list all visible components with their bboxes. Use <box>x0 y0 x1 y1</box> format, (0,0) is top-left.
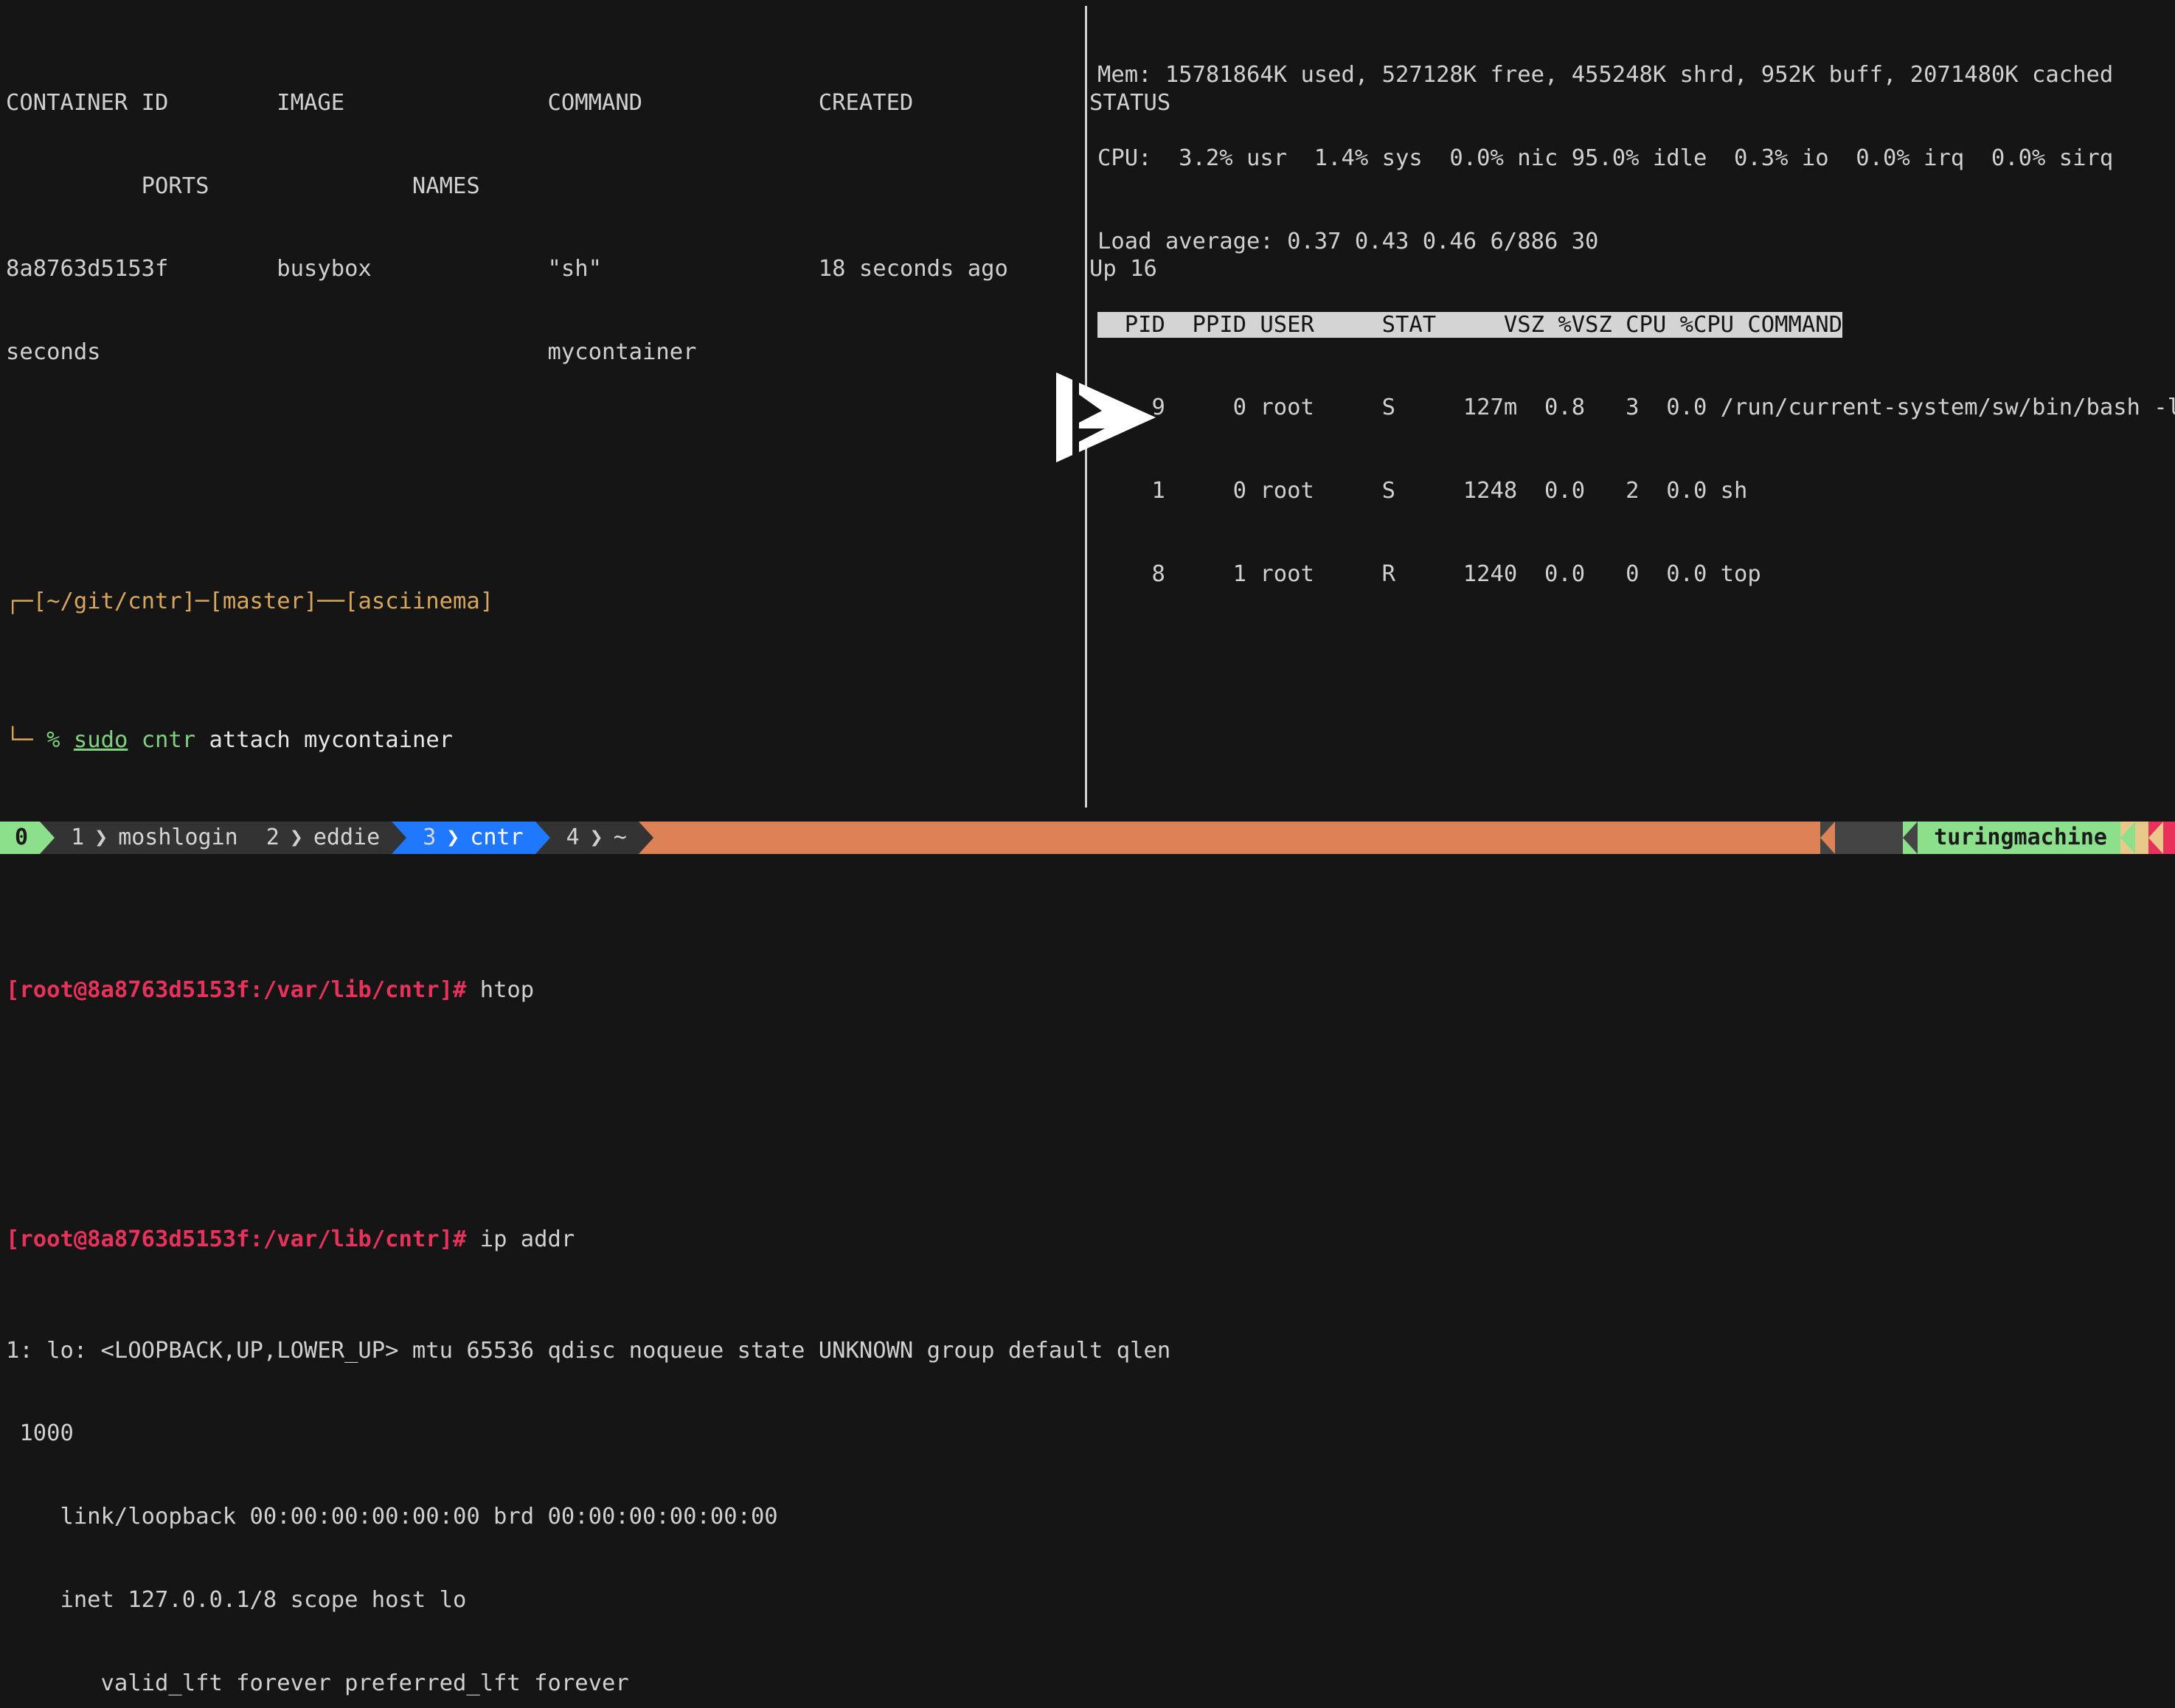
ipaddr-output-line: valid_lft forever preferred_lft forever <box>6 1670 629 1696</box>
tmux-session-indicator[interactable]: 0 <box>0 822 41 854</box>
command-text: ip addr <box>479 1226 575 1253</box>
prompt-branch: [master] <box>209 589 318 615</box>
left-pane[interactable]: CONTAINER ID IMAGE COMMAND CREATED STATU… <box>6 6 1171 1708</box>
window-index: 2 <box>266 825 280 850</box>
zsh-prompt-line2: └─ % sudo cntr attach mycontainer <box>6 726 1090 754</box>
command-cntr: cntr <box>141 727 196 754</box>
window-name: cntr <box>470 825 524 850</box>
zsh-prompt-line1: ┌─[~/git/cntr]─[master]──[asciinema] <box>6 588 1090 616</box>
prompt-corner-top: ┌─ <box>6 589 33 615</box>
arrow-dark-to-host <box>1903 822 1918 854</box>
top-load-line: Load average: 0.37 0.43 0.46 6/886 30 <box>1097 228 1599 254</box>
root-prompt-line-ipaddr: [root@8a8763d5153f:/var/lib/cntr]# ip ad… <box>6 1226 1090 1254</box>
command-args: attach mycontainer <box>209 727 454 754</box>
window-name: eddie <box>313 825 381 850</box>
arrow-tan-to-red <box>2148 822 2163 854</box>
window-name: moshlogin <box>118 825 238 850</box>
docker-ps-row-line1: 8a8763d5153f busybox "sh" 18 seconds ago… <box>6 256 1157 282</box>
ipaddr-output-line: 1000 <box>6 1420 74 1447</box>
right-pane[interactable]: Mem: 15781864K used, 527128K free, 45524… <box>1097 6 2175 644</box>
arrow-window-to-active <box>392 822 407 854</box>
hostname-indicator[interactable]: turingmachine <box>1918 822 2120 854</box>
tmux-window-1[interactable]: 1 ❯ moshlogin <box>55 822 250 854</box>
top-table-header: PID PPID USER STAT VSZ %VSZ CPU %CPU COM… <box>1097 311 1842 338</box>
root-prompt-line-htop: [root@8a8763d5153f:/var/lib/cntr]# htop <box>6 976 1090 1004</box>
status-dark-segment <box>1835 822 1904 854</box>
prompt-dash1: ─ <box>195 589 209 615</box>
window-index: 3 <box>423 825 437 850</box>
arrow-fill-to-dark <box>1820 822 1836 854</box>
window-name: ~ <box>613 825 627 850</box>
prompt-corner-bottom: └─ <box>6 727 33 754</box>
status-red-segment <box>2163 822 2175 854</box>
arrow-window-to-fill <box>638 822 653 854</box>
status-fill <box>653 822 1821 854</box>
arrow-active-to-window <box>535 822 550 854</box>
prompt-percent: % <box>46 727 60 754</box>
ipaddr-output-line: 1: lo: <LOOPBACK,UP,LOWER_UP> mtu 65536 … <box>6 1337 1171 1364</box>
chevron-right-icon: ❯ <box>589 825 603 850</box>
tmux-window-3-active[interactable]: 3 ❯ cntr <box>406 822 535 854</box>
terminal-screen: CONTAINER ID IMAGE COMMAND CREATED STATU… <box>0 0 2175 1696</box>
play-icon[interactable] <box>1056 372 1156 462</box>
top-cpu-line: CPU: 3.2% usr 1.4% sys 0.0% nic 95.0% id… <box>1097 145 2114 171</box>
command-text: htop <box>479 976 535 1003</box>
top-process-row: 9 0 root S 127m 0.8 3 0.0 /run/current-s… <box>1097 395 2175 421</box>
command-sudo: sudo <box>73 727 128 754</box>
prompt-dash2: ── <box>317 589 345 615</box>
status-tan-segment <box>2135 822 2148 854</box>
tmux-window-4[interactable]: 4 ❯ ~ <box>549 822 639 854</box>
prompt-context: [asciinema] <box>344 589 494 615</box>
top-mem-line: Mem: 15781864K used, 527128K free, 45524… <box>1097 62 2114 88</box>
chevron-right-icon: ❯ <box>94 825 108 850</box>
docker-ps-header-line2: PORTS NAMES <box>6 173 480 199</box>
arrow-session-to-window <box>40 822 55 854</box>
chevron-right-icon: ❯ <box>289 825 303 850</box>
docker-ps-row-line2: seconds mycontainer <box>6 339 697 366</box>
status-right: turingmachine <box>1820 822 2175 854</box>
ipaddr-output-line: link/loopback 00:00:00:00:00:00 brd 00:0… <box>6 1504 778 1530</box>
arrow-host-to-tan <box>2120 822 2135 854</box>
asciinema-play-button[interactable] <box>1056 372 1156 462</box>
docker-ps-header-line1: CONTAINER ID IMAGE COMMAND CREATED STATU… <box>6 89 1171 116</box>
root-prompt: [root@8a8763d5153f:/var/lib/cntr]# <box>6 1226 467 1253</box>
window-index: 1 <box>71 825 85 850</box>
window-index: 4 <box>566 825 580 850</box>
top-process-row: 8 1 root R 1240 0.0 0 0.0 top <box>1097 560 1761 587</box>
top-table-header-row: PID PPID USER STAT VSZ %VSZ CPU %CPU COM… <box>1097 311 2175 339</box>
status-left: 0 1 ❯ moshlogin 2 ❯ eddie 3 ❯ cntr 4 ❯ ~ <box>0 822 653 854</box>
top-process-row: 1 0 root S 1248 0.0 2 0.0 sh <box>1097 478 1748 504</box>
chevron-right-icon: ❯ <box>446 825 460 850</box>
tmux-window-2[interactable]: 2 ❯ eddie <box>249 822 392 854</box>
prompt-path: [~/git/cntr] <box>32 589 196 615</box>
root-prompt: [root@8a8763d5153f:/var/lib/cntr]# <box>6 976 467 1003</box>
tmux-status-bar[interactable]: 0 1 ❯ moshlogin 2 ❯ eddie 3 ❯ cntr 4 ❯ ~… <box>0 822 2175 854</box>
ipaddr-output-line: inet 127.0.0.1/8 scope host lo <box>6 1586 467 1613</box>
